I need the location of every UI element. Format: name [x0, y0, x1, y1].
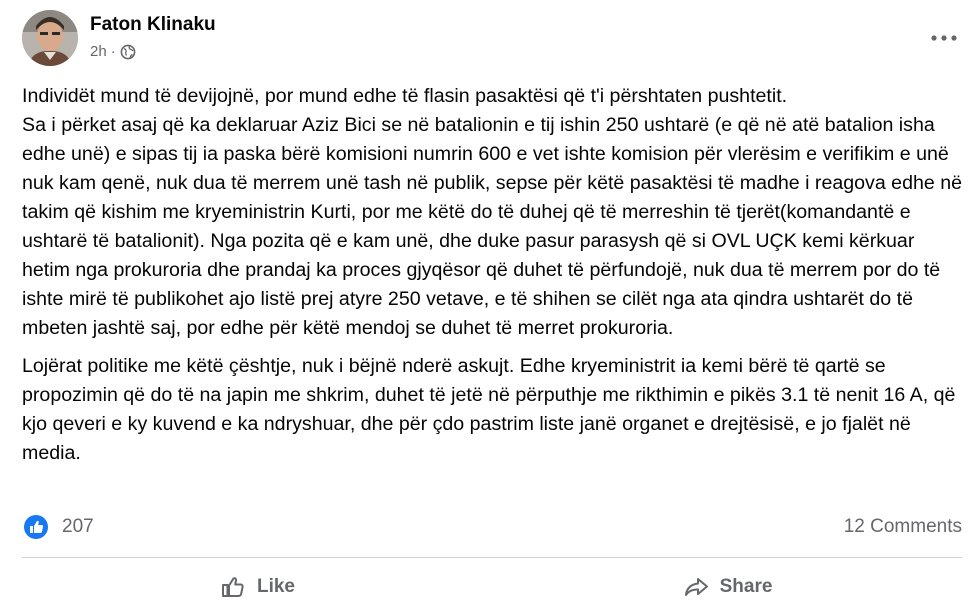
post-header: Faton Klinaku 2h ·	[22, 10, 962, 70]
divider	[22, 557, 962, 558]
avatar-image	[22, 10, 78, 66]
like-reaction-icon[interactable]	[24, 515, 48, 539]
share-button[interactable]: Share	[492, 564, 962, 610]
post-stats: 207 12 Comments	[22, 510, 962, 544]
more-dots-icon	[931, 35, 957, 41]
avatar[interactable]	[22, 10, 78, 66]
share-arrow-icon	[684, 578, 708, 596]
post-meta: 2h ·	[90, 43, 136, 60]
post-actions: Like Share	[22, 564, 962, 610]
meta-separator: ·	[110, 43, 116, 60]
post-paragraph: Individët mund të devijojnë, por mund ed…	[22, 85, 962, 339]
globe-icon[interactable]	[120, 44, 136, 60]
author-name[interactable]: Faton Klinaku	[90, 14, 216, 36]
thumbs-up-icon	[221, 577, 244, 597]
post-paragraph: Lojërat politike me këtë çështje, nuk i …	[22, 355, 956, 464]
comments-count[interactable]: 12 Comments	[844, 516, 962, 538]
share-label: Share	[719, 576, 773, 597]
post-time[interactable]: 2h	[90, 43, 107, 60]
post-text: Individët mund të devijojnë, por mund ed…	[22, 82, 962, 468]
more-options-button[interactable]	[926, 24, 962, 52]
like-label: Like	[256, 576, 296, 597]
reaction-count[interactable]: 207	[62, 516, 94, 538]
like-button[interactable]: Like	[22, 564, 492, 610]
